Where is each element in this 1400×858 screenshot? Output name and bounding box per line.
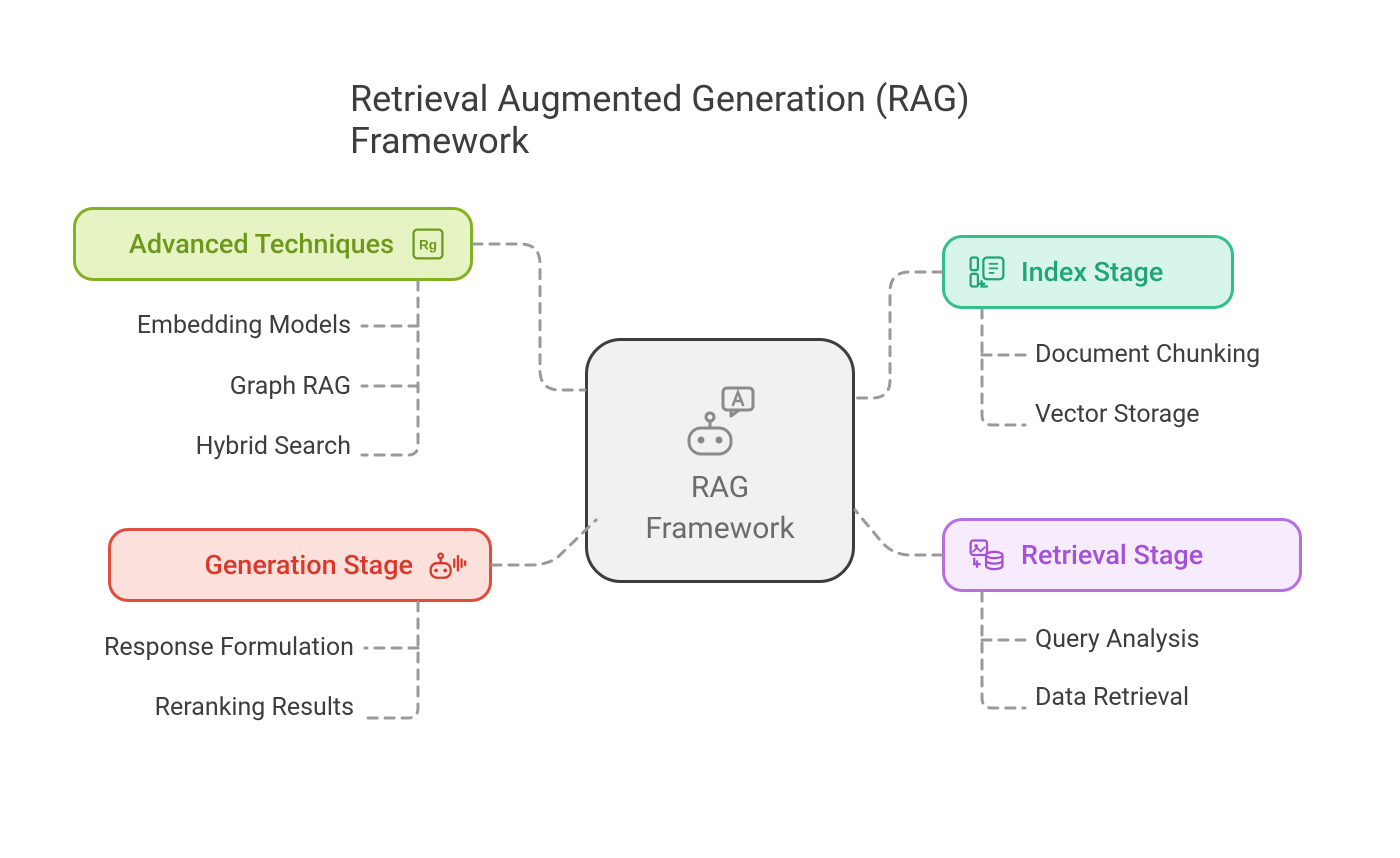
sub-item: Response Formulation xyxy=(70,633,354,662)
sub-item: Data Retrieval xyxy=(1035,683,1189,712)
sub-item: Embedding Models xyxy=(111,311,351,340)
diagram-title: Retrieval Augmented Generation (RAG) Fra… xyxy=(350,78,1050,162)
chatbot-voice-icon xyxy=(427,545,467,585)
node-index-stage: Index Stage xyxy=(942,235,1234,309)
node-generation-stage: Generation Stage xyxy=(108,528,492,602)
node-retrieval-stage: Retrieval Stage xyxy=(942,518,1302,592)
sub-item: Document Chunking xyxy=(1035,340,1260,369)
svg-text:Rg: Rg xyxy=(419,237,437,252)
center-node-label: RAGFramework xyxy=(645,468,794,549)
sub-item: Graph RAG xyxy=(111,372,351,401)
node-label: Retrieval Stage xyxy=(1021,539,1203,571)
chatbot-icon xyxy=(675,386,765,458)
node-label: Generation Stage xyxy=(204,549,413,581)
node-label: Advanced Techniques xyxy=(129,228,394,260)
rg-element-icon: Rg xyxy=(408,224,448,264)
sub-item: Vector Storage xyxy=(1035,400,1200,429)
retrieval-icon xyxy=(967,535,1007,575)
sub-item: Hybrid Search xyxy=(111,432,351,461)
center-node-rag-framework: RAGFramework xyxy=(585,338,855,583)
node-advanced-techniques: Advanced Techniques Rg xyxy=(73,207,473,281)
sub-item: Reranking Results xyxy=(70,693,354,722)
index-icon xyxy=(967,252,1007,292)
node-label: Index Stage xyxy=(1021,256,1163,288)
sub-item: Query Analysis xyxy=(1035,625,1199,654)
